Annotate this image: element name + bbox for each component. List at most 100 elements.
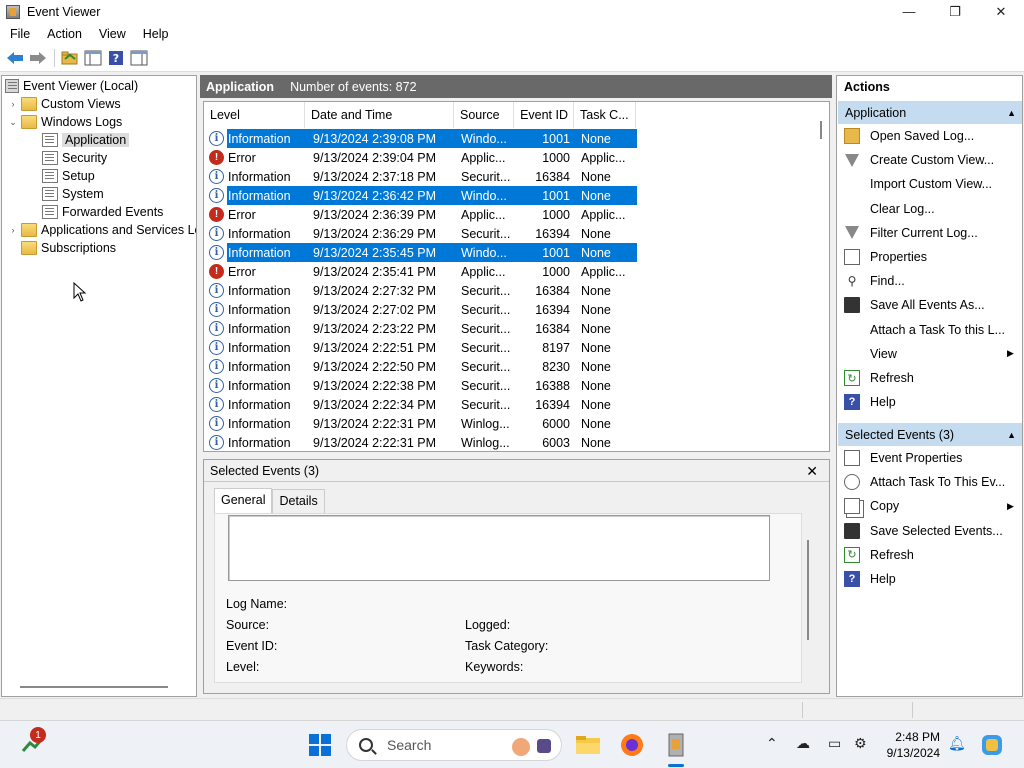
horizontal-scrollbar[interactable] bbox=[20, 686, 168, 688]
column-header-date-time[interactable]: Date and Time bbox=[305, 102, 454, 128]
level-text: Information bbox=[228, 435, 291, 450]
table-row[interactable]: ! Error 9/13/2024 2:36:39 PM Applic... 1000 A… bbox=[207, 205, 637, 224]
action-properties[interactable]: Properties bbox=[844, 247, 927, 267]
firefox-icon[interactable] bbox=[616, 729, 648, 761]
table-row[interactable]: i Information 9/13/2024 2:36:42 PM Windo...… bbox=[207, 186, 637, 205]
table-row[interactable]: i Information 9/13/2024 2:39:08 PM Windo...… bbox=[207, 129, 637, 148]
table-row[interactable]: i Information 9/13/2024 2:27:32 PM Securit.… bbox=[207, 281, 637, 300]
column-header-task-category[interactable]: Task C... bbox=[574, 102, 636, 128]
blank-icon bbox=[844, 322, 860, 338]
collapse-chevron-icon[interactable]: ⌄ bbox=[7, 117, 19, 128]
action-save-all-events-as[interactable]: Save All Events As... bbox=[844, 295, 985, 315]
show-hidden-icons-chevron-icon[interactable]: ⌃ bbox=[766, 735, 778, 752]
tree-item-windows-logs[interactable]: ⌄ Windows Logs bbox=[7, 113, 122, 131]
action-find[interactable]: ⚲ Find... bbox=[844, 271, 905, 291]
menu-view[interactable]: View bbox=[89, 27, 133, 41]
table-row[interactable]: i Information 9/13/2024 2:22:50 PM Securit.… bbox=[207, 357, 637, 376]
menu-action[interactable]: Action bbox=[37, 27, 89, 41]
table-row[interactable]: ! Error 9/13/2024 2:35:41 PM Applic... 1000 A… bbox=[207, 262, 637, 281]
action-attach-a-task-to-this-l[interactable]: Attach a Task To this L... bbox=[844, 320, 1005, 340]
taskbar-clock[interactable]: 2:48 PM 9/13/2024 bbox=[884, 729, 940, 761]
tree-item-custom-views[interactable]: › Custom Views bbox=[7, 95, 121, 113]
collapse-triangle-icon[interactable]: ▲ bbox=[1007, 430, 1016, 440]
tree-item-subscriptions[interactable]: Subscriptions bbox=[21, 239, 116, 257]
action-clear-log[interactable]: Clear Log... bbox=[844, 199, 935, 219]
action-view[interactable]: View ▶ bbox=[844, 344, 1014, 364]
action-save-selected-events[interactable]: Save Selected Events... bbox=[844, 521, 1003, 541]
tree-item-label: Applications and Services Lo bbox=[41, 223, 197, 237]
detail-scrollbar[interactable] bbox=[807, 540, 809, 640]
event-viewer-app-icon bbox=[6, 4, 20, 19]
action-attach-task-to-this-ev[interactable]: Attach Task To This Ev... bbox=[844, 472, 1005, 492]
action-filter-current-log[interactable]: Filter Current Log... bbox=[844, 223, 978, 243]
tree-item-event-viewer-local[interactable]: Event Viewer (Local) bbox=[5, 77, 138, 95]
action-help[interactable]: ? Help bbox=[844, 392, 896, 412]
column-header-source[interactable]: Source bbox=[454, 102, 514, 128]
action-event-properties[interactable]: Event Properties bbox=[844, 448, 962, 468]
action-create-custom-view[interactable]: Create Custom View... bbox=[844, 150, 994, 170]
close-detail-icon[interactable]: ✕ bbox=[806, 463, 818, 480]
action-open-saved-log[interactable]: Open Saved Log... bbox=[844, 126, 974, 146]
back-arrow-icon[interactable] bbox=[4, 47, 26, 69]
display-icon[interactable]: ▭ bbox=[828, 735, 841, 752]
actions-section-application[interactable]: Application ▲ bbox=[838, 101, 1022, 124]
action-label: Properties bbox=[870, 250, 927, 264]
column-header-level[interactable]: Level bbox=[204, 102, 305, 128]
event-viewer-taskbar-icon[interactable] bbox=[660, 729, 692, 761]
collapse-triangle-icon[interactable]: ▲ bbox=[1007, 108, 1016, 118]
minimize-button[interactable]: — bbox=[886, 0, 932, 23]
table-row[interactable]: i Information 9/13/2024 2:35:45 PM Windo...… bbox=[207, 243, 637, 262]
table-row[interactable]: i Information 9/13/2024 2:36:29 PM Securit.… bbox=[207, 224, 637, 243]
cell-level: i Information bbox=[207, 167, 306, 186]
menu-file[interactable]: File bbox=[0, 27, 37, 41]
tree-item-setup[interactable]: Setup bbox=[42, 167, 95, 185]
tree-item-security[interactable]: Security bbox=[42, 149, 107, 167]
action-refresh[interactable]: ↻ Refresh bbox=[844, 545, 914, 565]
event-description-box[interactable] bbox=[228, 515, 770, 581]
action-help[interactable]: ? Help bbox=[844, 569, 896, 589]
tree-item-applications-and-services[interactable]: › Applications and Services Lo bbox=[7, 221, 197, 239]
task-clock-icon bbox=[844, 474, 860, 491]
close-button[interactable]: ✕ bbox=[978, 0, 1024, 23]
tab-general[interactable]: General bbox=[214, 488, 273, 513]
scrollbar-thumb[interactable] bbox=[820, 121, 822, 139]
column-header-event-id[interactable]: Event ID bbox=[514, 102, 574, 128]
tree-item-forwarded-events[interactable]: Forwarded Events bbox=[42, 203, 163, 221]
action-copy[interactable]: Copy ▶ bbox=[844, 496, 1014, 516]
help-icon[interactable]: ? bbox=[105, 47, 127, 69]
expand-chevron-icon[interactable]: › bbox=[7, 99, 19, 109]
sound-settings-icon[interactable]: ⚙ bbox=[854, 735, 867, 752]
show-hide-action-pane-icon[interactable] bbox=[128, 47, 150, 69]
table-row[interactable]: i Information 9/13/2024 2:22:31 PM Winlog..… bbox=[207, 414, 637, 433]
copilot-icon[interactable] bbox=[976, 729, 1008, 761]
network-offline-icon[interactable]: ☁ bbox=[796, 735, 810, 752]
menu-bar: File Action View Help bbox=[0, 23, 1024, 44]
start-button[interactable] bbox=[304, 729, 336, 761]
table-row[interactable]: i Information 9/13/2024 2:27:02 PM Securit.… bbox=[207, 300, 637, 319]
open-folder-icon[interactable] bbox=[59, 47, 81, 69]
menu-help[interactable]: Help bbox=[133, 27, 176, 41]
notification-bell-icon[interactable]: 🔔︎ bbox=[948, 735, 966, 752]
table-row[interactable]: i Information 9/13/2024 2:37:18 PM Securit.… bbox=[207, 167, 637, 186]
tree-item-application[interactable]: Application bbox=[42, 131, 130, 149]
table-row[interactable]: i Information 9/13/2024 2:22:31 PM Winlog..… bbox=[207, 433, 637, 451]
table-row[interactable]: ! Error 9/13/2024 2:39:04 PM Applic... 1000 A… bbox=[207, 148, 637, 167]
expand-chevron-icon[interactable]: › bbox=[7, 225, 19, 235]
file-explorer-icon[interactable] bbox=[572, 729, 604, 761]
taskbar-search[interactable]: Search bbox=[346, 729, 562, 761]
restore-button[interactable]: ❐ bbox=[932, 0, 978, 23]
table-row[interactable]: i Information 9/13/2024 2:23:22 PM Securit.… bbox=[207, 319, 637, 338]
action-refresh[interactable]: ↻ Refresh bbox=[844, 368, 914, 388]
table-row[interactable]: i Information 9/13/2024 2:22:51 PM Securit.… bbox=[207, 338, 637, 357]
vertical-scrollbar[interactable] bbox=[815, 102, 829, 451]
forward-arrow-icon[interactable] bbox=[27, 47, 49, 69]
action-import-custom-view[interactable]: Import Custom View... bbox=[844, 174, 992, 194]
actions-section-selected-events[interactable]: Selected Events (3) ▲ bbox=[838, 423, 1022, 446]
show-hide-tree-icon[interactable] bbox=[82, 47, 104, 69]
level-text: Information bbox=[228, 321, 291, 336]
table-row[interactable]: i Information 9/13/2024 2:22:34 PM Securit.… bbox=[207, 395, 637, 414]
tree-item-system[interactable]: System bbox=[42, 185, 104, 203]
tab-details[interactable]: Details bbox=[272, 489, 325, 513]
table-row[interactable]: i Information 9/13/2024 2:22:38 PM Securit.… bbox=[207, 376, 637, 395]
information-icon: i bbox=[209, 378, 224, 393]
